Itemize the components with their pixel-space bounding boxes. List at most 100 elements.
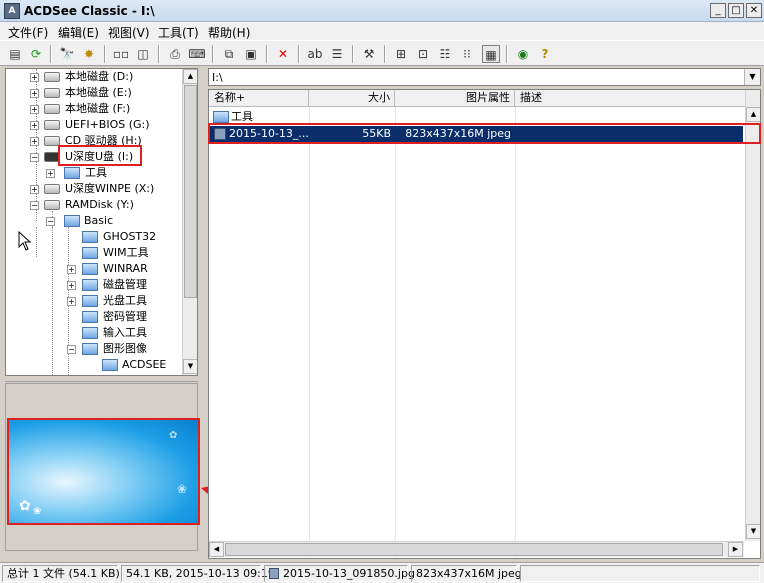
cursor-icon — [18, 231, 32, 251]
folder-icon — [82, 279, 98, 291]
rename-icon[interactable]: ab — [306, 45, 324, 63]
folder-icon — [102, 359, 118, 371]
tree-item-wim[interactable]: WIM工具 — [6, 245, 181, 261]
usb-drive-icon — [44, 120, 60, 130]
address-bar[interactable]: I:\ ▼ — [208, 68, 761, 86]
file-list: 名称+ 大小 图片属性 描述 工具 2015-10-13_... 55KB 82… — [208, 89, 761, 559]
status-file: 2015-10-13_091850.jpg — [264, 565, 415, 582]
status-filename: 2015-10-13_091850.jpg — [283, 567, 415, 580]
view-icon[interactable]: ▫▫ — [112, 45, 130, 63]
menu-tools[interactable]: 工具(T) — [158, 24, 199, 41]
acdsee-icon: A — [4, 3, 20, 19]
column-name[interactable]: 名称+ — [209, 90, 309, 107]
tree-item-y[interactable]: − RAMDisk (Y:) — [6, 197, 181, 213]
refresh-icon[interactable]: ⟳ — [27, 45, 45, 63]
highlight-box-drive — [58, 145, 142, 166]
view-list-icon[interactable]: ☷ — [436, 45, 454, 63]
drive-icon — [44, 104, 60, 114]
folder-icon — [82, 231, 98, 243]
preview-image: ✿ ❀ ✿ ❀ — [7, 418, 200, 525]
tree-item-cd-tools[interactable]: + 光盘工具 — [6, 293, 181, 309]
browse-icon[interactable]: ▤ — [6, 45, 24, 63]
tree-scrollbar[interactable]: ▲ ▼ — [182, 69, 197, 375]
scroll-down-button[interactable]: ▼ — [183, 359, 197, 374]
status-bar: 总计 1 文件 (54.1 KB) 54.1 KB, 2015-10-13 09… — [0, 562, 764, 583]
tree-item-graphics[interactable]: − 图形图像 — [6, 341, 181, 357]
toolbar: ▤ ⟳ 🔭 ✸ ▫▫ ◫ ⎙ ⌨ ⧉ ▣ ✕ ab ☰ ⚒ ⊞ ⊡ ☷ ⁝⁝ ▦… — [0, 40, 764, 66]
tree-item-disk[interactable]: + 磁盘管理 — [6, 277, 181, 293]
menu-bar: 文件(F) 编辑(E) 视图(V) 工具(T) 帮助(H) — [0, 22, 764, 40]
folder-icon — [82, 295, 98, 307]
list-scrollbar[interactable]: ▲ ▼ — [745, 90, 760, 541]
tree-item-tools[interactable]: + 工具 — [6, 165, 181, 181]
status-info: 54.1 KB, 2015-10-13 09:19 — [121, 565, 275, 582]
drive-icon — [44, 88, 60, 98]
minimize-button[interactable]: _ — [710, 3, 726, 18]
tree-item-e[interactable]: + 本地磁盘 (E:) — [6, 85, 181, 101]
tree-item-input[interactable]: 输入工具 — [6, 325, 181, 341]
column-size[interactable]: 大小 — [309, 90, 395, 107]
drive-icon — [44, 200, 60, 210]
find-icon[interactable]: 🔭 — [58, 45, 76, 63]
folder-icon — [213, 111, 229, 123]
favorite-icon[interactable]: ✸ — [80, 45, 98, 63]
menu-view[interactable]: 视图(V) — [108, 24, 150, 41]
tree-item-d[interactable]: + 本地磁盘 (D:) — [6, 69, 181, 85]
tree-item-f[interactable]: + 本地磁盘 (F:) — [6, 101, 181, 117]
image-file-icon — [269, 568, 279, 579]
address-value: I:\ — [212, 71, 223, 84]
scroll-down-button[interactable]: ▼ — [746, 524, 760, 539]
hscroll-thumb[interactable] — [225, 543, 723, 556]
folder-tree: + 本地磁盘 (D:) + 本地磁盘 (E:) + 本地磁盘 (F:) + UE… — [5, 68, 198, 376]
view-details-icon[interactable]: ▦ — [482, 45, 500, 63]
tree-item-basic[interactable]: − Basic — [6, 213, 181, 229]
preview-icon[interactable]: ◉ — [514, 45, 532, 63]
help-icon[interactable]: ? — [536, 45, 554, 63]
title-bar: A ACDSee Classic - I:\ _ □ ✕ — [0, 0, 764, 22]
scroll-up-button[interactable]: ▲ — [183, 69, 197, 84]
chevron-down-icon[interactable]: ▼ — [744, 69, 760, 85]
folder-icon — [82, 247, 98, 259]
close-button[interactable]: ✕ — [746, 3, 762, 18]
status-empty — [520, 565, 760, 582]
drive-icon — [44, 72, 60, 82]
paste-icon[interactable]: ▣ — [242, 45, 260, 63]
highlight-box-file — [208, 123, 761, 144]
folder-icon — [64, 167, 80, 179]
column-desc[interactable]: 描述 — [515, 90, 760, 107]
scan-icon[interactable]: ⌨ — [188, 45, 206, 63]
menu-edit[interactable]: 编辑(E) — [58, 24, 99, 41]
status-dims: 823x437x16M jpeg — [411, 565, 522, 582]
tree-item-winrar[interactable]: + WINRAR — [6, 261, 181, 277]
print-icon[interactable]: ⎙ — [166, 45, 184, 63]
list-hscrollbar[interactable]: ◀ ▶ — [209, 541, 744, 557]
tree-item-ghost32[interactable]: GHOST32 — [6, 229, 181, 245]
pane-splitter[interactable] — [5, 376, 198, 382]
tree-item-password[interactable]: 密码管理 — [6, 309, 181, 325]
window-title: ACDSee Classic - I:\ — [24, 4, 155, 18]
scroll-left-button[interactable]: ◀ — [209, 542, 224, 557]
view2-icon[interactable]: ◫ — [134, 45, 152, 63]
tree-item-acdsee[interactable]: ACDSEE — [6, 357, 181, 373]
folder-icon — [64, 215, 80, 227]
column-props[interactable]: 图片属性 — [395, 90, 515, 107]
menu-file[interactable]: 文件(F) — [8, 24, 48, 41]
maximize-button[interactable]: □ — [728, 3, 744, 18]
properties-icon[interactable]: ☰ — [328, 45, 346, 63]
folder-icon — [82, 263, 98, 275]
tree-item-g[interactable]: + UEFI+BIOS (G:) — [6, 117, 181, 133]
view-thumbs-icon[interactable]: ⁝⁝ — [458, 45, 476, 63]
view-small-icon[interactable]: ⊡ — [414, 45, 432, 63]
folder-icon — [82, 311, 98, 323]
scroll-thumb[interactable] — [184, 85, 197, 298]
copy-icon[interactable]: ⧉ — [220, 45, 238, 63]
tools-icon[interactable]: ⚒ — [360, 45, 378, 63]
drive-icon — [44, 184, 60, 194]
scroll-right-button[interactable]: ▶ — [728, 542, 743, 557]
delete-icon[interactable]: ✕ — [274, 45, 292, 63]
view-large-icon[interactable]: ⊞ — [392, 45, 410, 63]
tree-item-x[interactable]: + U深度WINPE (X:) — [6, 181, 181, 197]
folder-icon — [82, 327, 98, 339]
menu-help[interactable]: 帮助(H) — [208, 24, 250, 41]
scroll-up-button[interactable]: ▲ — [746, 107, 760, 122]
